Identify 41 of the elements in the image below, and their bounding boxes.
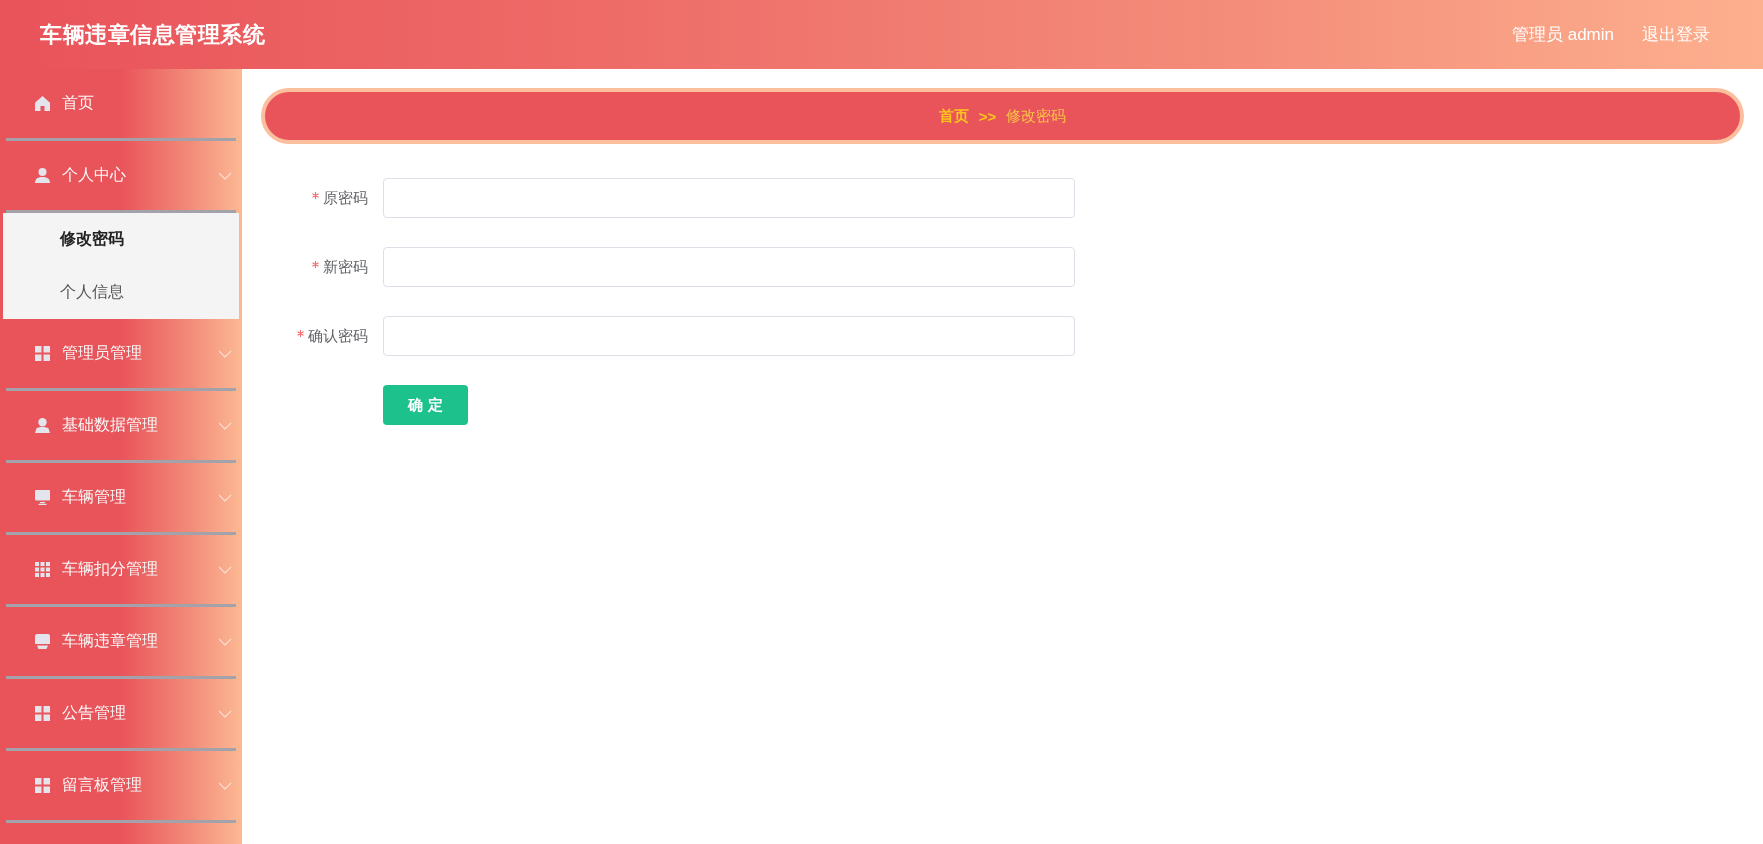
breadcrumb-link[interactable]: 首页: [938, 106, 969, 126]
password-field[interactable]: [383, 247, 1075, 287]
chevron-down-icon: [218, 781, 232, 790]
monitor-icon: [35, 490, 50, 505]
logout-link[interactable]: 退出登录: [1642, 23, 1710, 46]
breadcrumb-current: 修改密码: [1006, 106, 1067, 126]
chevron-down-icon: [218, 565, 232, 574]
user-icon: [35, 418, 50, 433]
submenu-item[interactable]: 个人信息: [3, 266, 239, 319]
sidebar-item[interactable]: 首页: [0, 69, 242, 138]
sidebar-item[interactable]: 车辆管理: [0, 463, 242, 532]
chevron-down-icon: [218, 421, 232, 430]
home-icon: [35, 96, 50, 111]
grid-icon: [35, 706, 50, 721]
chevron-down-icon: [218, 709, 232, 718]
user-icon: [35, 168, 50, 183]
grid-icon: [35, 346, 50, 361]
breadcrumb-separator: >>: [978, 107, 997, 125]
sidebar-item[interactable]: 公告管理: [0, 679, 242, 748]
chevron-down-icon: [218, 637, 232, 646]
sidebar-item[interactable]: 留言板管理: [0, 751, 242, 820]
password-field[interactable]: [383, 178, 1075, 218]
user-name: 管理员 admin: [1511, 24, 1614, 46]
sidebar-item[interactable]: 车辆扣分管理: [0, 535, 242, 604]
grid-icon: [35, 562, 50, 577]
chevron-down-icon: [218, 493, 232, 502]
password-field[interactable]: [383, 316, 1075, 356]
field-label: 原密码: [323, 188, 368, 208]
grid-icon: [35, 778, 50, 793]
sidebar-item[interactable]: 车辆违章管理: [0, 607, 242, 676]
chevron-down-icon: [218, 171, 232, 180]
confirm-button[interactable]: 确 定: [383, 385, 468, 425]
sidebar-item[interactable]: 基础数据管理: [0, 391, 242, 460]
sidebar-item[interactable]: 个人中心: [0, 141, 242, 210]
field-label: 新密码: [323, 257, 368, 277]
tray-icon: [35, 634, 50, 649]
app-title: 车辆违章信息管理系统: [40, 20, 265, 49]
chevron-down-icon: [218, 349, 232, 358]
submenu-item[interactable]: 修改密码: [3, 213, 239, 266]
field-label: 确认密码: [308, 326, 368, 346]
sidebar-item[interactable]: 管理员管理: [0, 319, 242, 388]
